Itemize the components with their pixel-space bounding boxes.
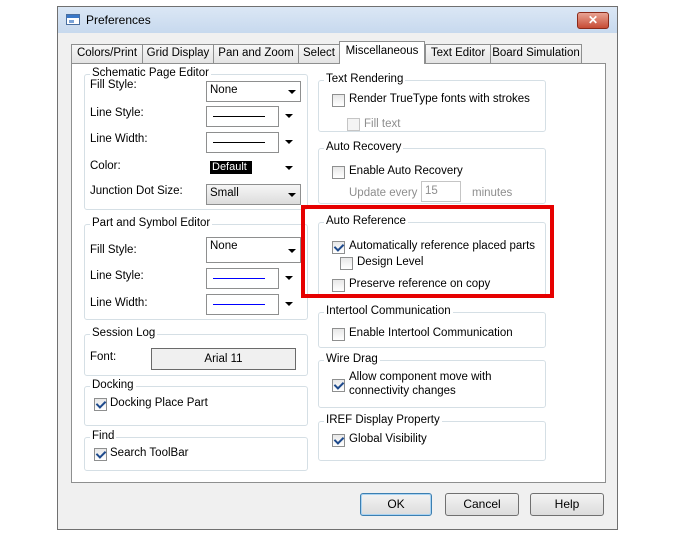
enable-intertool-label: Enable Intertool Communication (349, 327, 513, 339)
schematic-color-swatch[interactable]: Default (206, 158, 279, 179)
part-line-style-label: Line Style: (90, 270, 144, 282)
chevron-down-icon (285, 140, 293, 144)
tab-select[interactable]: Select (298, 44, 340, 63)
enable-auto-recovery-label: Enable Auto Recovery (349, 165, 463, 177)
tab-board-simulation[interactable]: Board Simulation (490, 44, 582, 63)
search-toolbar-checkbox[interactable] (94, 448, 107, 461)
junction-dot-size-label: Junction Dot Size: (90, 185, 183, 197)
minutes-label: minutes (472, 187, 513, 199)
chevron-down-icon (285, 302, 293, 306)
schematic-fill-style-select[interactable]: None (206, 81, 301, 102)
tab-pan-and-zoom[interactable]: Pan and Zoom (213, 44, 299, 63)
window-title: Preferences (86, 13, 151, 27)
schematic-color-label: Color: (90, 160, 121, 172)
schematic-line-width-swatch[interactable] (206, 132, 279, 153)
chevron-down-icon (285, 114, 293, 118)
schematic-line-style-dropdown[interactable] (281, 106, 296, 127)
font-button[interactable]: Arial 11 (151, 348, 296, 370)
auto-reference-highlight-box (301, 205, 554, 298)
selected-value: Small (210, 187, 239, 199)
schematic-line-width-label: Line Width: (90, 133, 148, 145)
fill-text-checkbox[interactable] (347, 118, 360, 131)
group-title: Auto Recovery (324, 141, 404, 153)
enable-intertool-checkbox[interactable] (332, 328, 345, 341)
chevron-down-icon (288, 90, 296, 94)
junction-dot-size-select[interactable]: Small (206, 184, 301, 205)
chevron-down-icon (285, 276, 293, 280)
part-fill-style-select[interactable]: None (206, 237, 301, 263)
font-label: Font: (90, 351, 117, 363)
line-style-preview (213, 278, 265, 279)
selected-value: None (210, 240, 238, 252)
group-title: Intertool Communication (324, 305, 453, 317)
tab-miscellaneous[interactable]: Miscellaneous (339, 41, 425, 64)
render-truetype-label: Render TrueType fonts with strokes (349, 93, 530, 105)
update-every-label: Update every (349, 187, 418, 199)
tab-grid-display[interactable]: Grid Display (142, 44, 214, 63)
group-title: IREF Display Property (324, 414, 442, 426)
part-line-width-label: Line Width: (90, 297, 148, 309)
group-title: Docking (90, 379, 136, 391)
schematic-line-width-dropdown[interactable] (281, 132, 296, 153)
part-line-width-dropdown[interactable] (281, 294, 296, 315)
chevron-down-icon (288, 249, 296, 253)
fill-text-label: Fill text (364, 118, 401, 130)
color-value: Default (210, 161, 252, 174)
schematic-color-dropdown[interactable] (281, 158, 296, 179)
cancel-button[interactable]: Cancel (445, 493, 519, 516)
line-width-preview (213, 142, 265, 143)
selected-value: None (210, 84, 238, 96)
schematic-line-style-swatch[interactable] (206, 106, 279, 127)
line-width-preview (213, 304, 265, 305)
title-bar: Preferences ✕ (58, 7, 617, 33)
docking-place-part-checkbox[interactable] (94, 398, 107, 411)
part-line-style-dropdown[interactable] (281, 268, 296, 289)
global-visibility-label: Global Visibility (349, 433, 427, 445)
app-window-icon (66, 14, 80, 25)
group-title: Part and Symbol Editor (90, 217, 213, 229)
ok-button[interactable]: OK (360, 493, 432, 516)
chevron-down-icon (285, 166, 293, 170)
group-title: Find (90, 430, 117, 442)
tab-colors-print[interactable]: Colors/Print (71, 44, 143, 63)
allow-component-move-checkbox[interactable] (332, 379, 345, 392)
group-title: Wire Drag (324, 353, 380, 365)
line-style-preview (213, 116, 265, 117)
enable-auto-recovery-checkbox[interactable] (332, 166, 345, 179)
schematic-fill-style-label: Fill Style: (90, 79, 137, 91)
schematic-line-style-label: Line Style: (90, 107, 144, 119)
group-title: Text Rendering (324, 73, 406, 85)
group-title: Schematic Page Editor (90, 67, 211, 79)
allow-component-move-label-line1: Allow component move with (349, 371, 492, 383)
chevron-down-icon (288, 193, 296, 197)
update-every-input[interactable]: 15 (421, 181, 461, 202)
part-line-style-swatch[interactable] (206, 268, 279, 289)
render-truetype-checkbox[interactable] (332, 94, 345, 107)
global-visibility-checkbox[interactable] (332, 434, 345, 447)
wire-drag-group: Wire Drag (318, 353, 546, 408)
group-title: Session Log (90, 327, 158, 339)
close-icon[interactable]: ✕ (577, 12, 609, 29)
search-toolbar-label: Search ToolBar (110, 447, 189, 459)
part-line-width-swatch[interactable] (206, 294, 279, 315)
tab-text-editor[interactable]: Text Editor (425, 44, 491, 63)
help-button[interactable]: Help (530, 493, 604, 516)
part-fill-style-label: Fill Style: (90, 244, 137, 256)
docking-place-part-label: Docking Place Part (110, 397, 208, 409)
allow-component-move-label-line2: connectivity changes (349, 385, 456, 397)
